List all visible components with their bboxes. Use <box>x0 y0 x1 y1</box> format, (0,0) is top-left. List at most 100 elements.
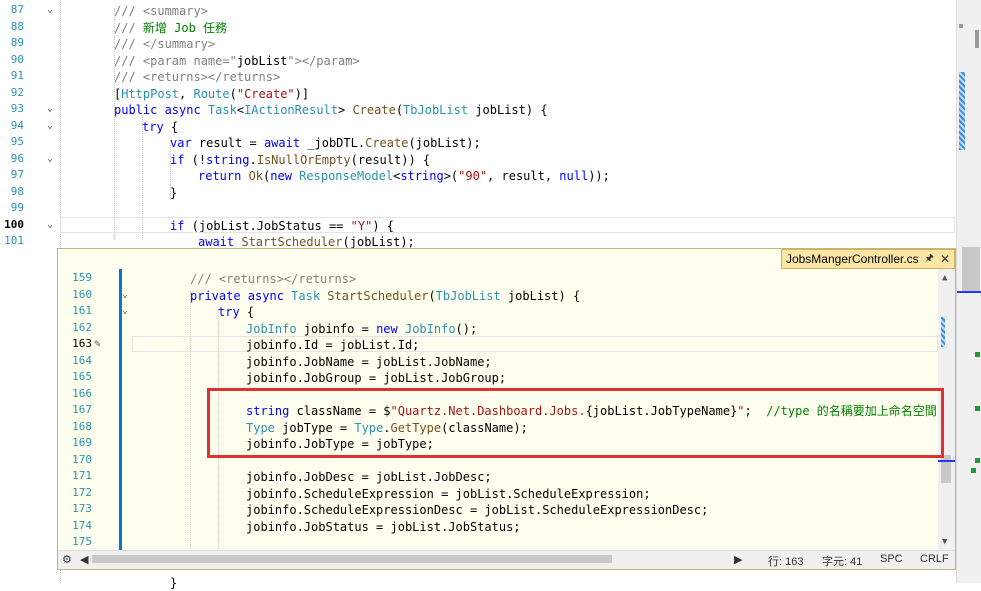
code-token: { <box>163 119 179 134</box>
code-token: Task <box>291 288 328 303</box>
fold-chevron-icon[interactable]: ⌄ <box>47 219 57 230</box>
line-number: 162 <box>72 320 92 334</box>
line-number: 159 <box>72 271 92 284</box>
code-token: jobinfo.JobStatus = jobList.JobStatus; <box>246 519 521 534</box>
line-number: 89 <box>10 36 24 49</box>
code-token: string <box>400 169 444 183</box>
peek-file-tab[interactable]: JobsMangerController.cs 🖈 ✕ <box>780 249 955 269</box>
code-line[interactable]: /// <param name="jobList"></param> <box>114 53 360 69</box>
code-line[interactable]: } <box>170 575 177 591</box>
fold-chevron-icon[interactable]: ⌄ <box>47 153 57 164</box>
fold-chevron-icon[interactable]: ⌄ <box>47 120 57 131</box>
line-number: 168 <box>72 419 92 433</box>
main-vertical-scrollbar[interactable] <box>956 0 981 583</box>
code-line[interactable]: } <box>170 185 177 201</box>
scroll-thumb[interactable] <box>959 72 965 150</box>
code-token: Create <box>365 136 409 150</box>
code-line[interactable]: jobinfo.ScheduleExpression = jobList.Sch… <box>246 486 651 502</box>
code-token: /// <returns></returns> <box>114 70 281 84</box>
code-token: private <box>190 288 248 303</box>
fold-chevron-icon[interactable]: ⌄ <box>47 4 57 15</box>
code-token: _jobDTL. <box>300 136 366 150</box>
peek-status-bar: ⚙ ◀ ▶ 行: 163 字元: 41 SPC CRLF <box>58 550 955 569</box>
scroll-thumb-box[interactable] <box>962 247 980 291</box>
scroll-marker <box>959 24 963 28</box>
code-line[interactable]: /// <summary> <box>114 3 208 19</box>
code-token: string <box>206 152 250 167</box>
code-token: return <box>198 169 249 183</box>
code-token: jobinfo.Id = jobList.Id; <box>246 338 420 352</box>
line-number: 174 <box>72 518 92 532</box>
code-line[interactable]: /// 新增 Job 任務 <box>114 20 227 36</box>
code-line[interactable]: var result = await _jobDTL.Create(jobLis… <box>170 135 481 151</box>
code-line[interactable]: /// <returns></returns> <box>114 69 280 85</box>
code-token: (jobList); <box>342 235 415 249</box>
status-crlf: CRLF <box>920 553 949 565</box>
code-line[interactable]: /// <returns></returns> <box>190 271 356 287</box>
peek-header: JobsMangerController.cs 🖈 ✕ <box>58 249 955 269</box>
caret-marker <box>957 291 981 293</box>
line-number: 88 <box>10 19 24 33</box>
h-scroll-thumb[interactable] <box>92 555 612 563</box>
status-char: 字元: 41 <box>822 556 863 568</box>
code-line[interactable]: jobinfo.JobStatus = jobList.JobStatus; <box>246 519 521 535</box>
code-token: IActionResult <box>244 103 338 117</box>
code-token: IsNullOrEmpty <box>256 152 351 167</box>
line-number: 92 <box>10 85 24 99</box>
scroll-thumb[interactable] <box>941 317 945 347</box>
code-token: new <box>270 169 300 183</box>
fold-chevron-icon[interactable]: ⌄ <box>47 103 57 114</box>
code-line[interactable]: JobInfo jobinfo = new JobInfo(); <box>246 321 477 337</box>
line-number: 160 <box>72 287 92 301</box>
line-number: 165 <box>72 370 92 383</box>
code-line[interactable]: [HttpPost, Route("Create")] <box>114 86 309 102</box>
pin-icon[interactable]: 🖈 <box>925 251 934 268</box>
code-line[interactable]: jobinfo.ScheduleExpressionDesc = jobList… <box>246 502 708 518</box>
bulb-icon[interactable]: ⚙ <box>62 553 72 566</box>
line-number: 173 <box>72 502 92 515</box>
code-token: await <box>198 235 235 249</box>
code-line[interactable]: return Ok(new ResponseModel<string>("90"… <box>198 168 610 184</box>
line-number: 97 <box>10 168 24 181</box>
scroll-up-arrow-icon[interactable]: ▲ <box>942 273 947 283</box>
status-line: 行: 163 <box>768 556 804 568</box>
code-token: (); <box>455 321 478 336</box>
code-line[interactable]: jobinfo.JobDesc = jobList.JobDesc; <box>246 469 492 485</box>
code-token: async <box>247 288 292 303</box>
scroll-down-arrow-icon[interactable]: ▼ <box>942 537 947 547</box>
peek-file-name[interactable]: JobsMangerController.cs <box>786 252 919 266</box>
highlight-annotation-box <box>207 388 944 458</box>
fold-chevron-icon[interactable]: ⌄ <box>122 305 132 316</box>
code-token: null <box>559 169 589 183</box>
code-line[interactable]: try { <box>218 304 254 320</box>
line-number: 163 <box>72 337 92 350</box>
status-spc: SPC <box>880 553 903 565</box>
close-icon[interactable]: ✕ <box>940 252 950 266</box>
code-line[interactable]: private async Task StartScheduler(TbJobL… <box>190 288 580 304</box>
code-token: JobInfo <box>246 321 297 336</box>
code-token: { <box>239 305 255 319</box>
code-token: result = <box>198 136 264 150</box>
code-line[interactable]: jobinfo.JobName = jobList.JobName; <box>246 354 492 370</box>
scroll-right-arrow-icon[interactable]: ▶ <box>734 553 742 566</box>
code-line[interactable]: /// </summary> <box>114 36 215 52</box>
line-number: 170 <box>72 452 92 466</box>
line-number: 96 <box>10 151 24 165</box>
change-marker <box>975 458 980 463</box>
scroll-left-arrow-icon[interactable]: ◀ <box>80 553 88 566</box>
code-line[interactable]: public async Task<IActionResult> Create(… <box>114 102 548 118</box>
code-token: (jobList); <box>408 136 481 150</box>
code-line[interactable]: try { <box>142 119 178 135</box>
code-token: /// <param name=" <box>114 53 237 68</box>
line-number: 164 <box>72 353 92 367</box>
code-token: public <box>114 103 165 117</box>
code-token: > <box>338 103 353 117</box>
edit-pencil-icon[interactable]: ✎ <box>94 337 101 350</box>
code-token: jobList) { <box>500 288 581 303</box>
code-line[interactable]: if (!string.IsNullOrEmpty(result)) { <box>170 152 430 168</box>
code-line[interactable]: jobinfo.JobGroup = jobList.JobGroup; <box>246 370 506 386</box>
code-token: Ok <box>248 169 264 183</box>
fold-chevron-icon[interactable]: ⌄ <box>122 289 132 300</box>
code-line[interactable]: jobinfo.Id = jobList.Id; <box>246 337 419 353</box>
code-token: /// <box>114 20 143 35</box>
